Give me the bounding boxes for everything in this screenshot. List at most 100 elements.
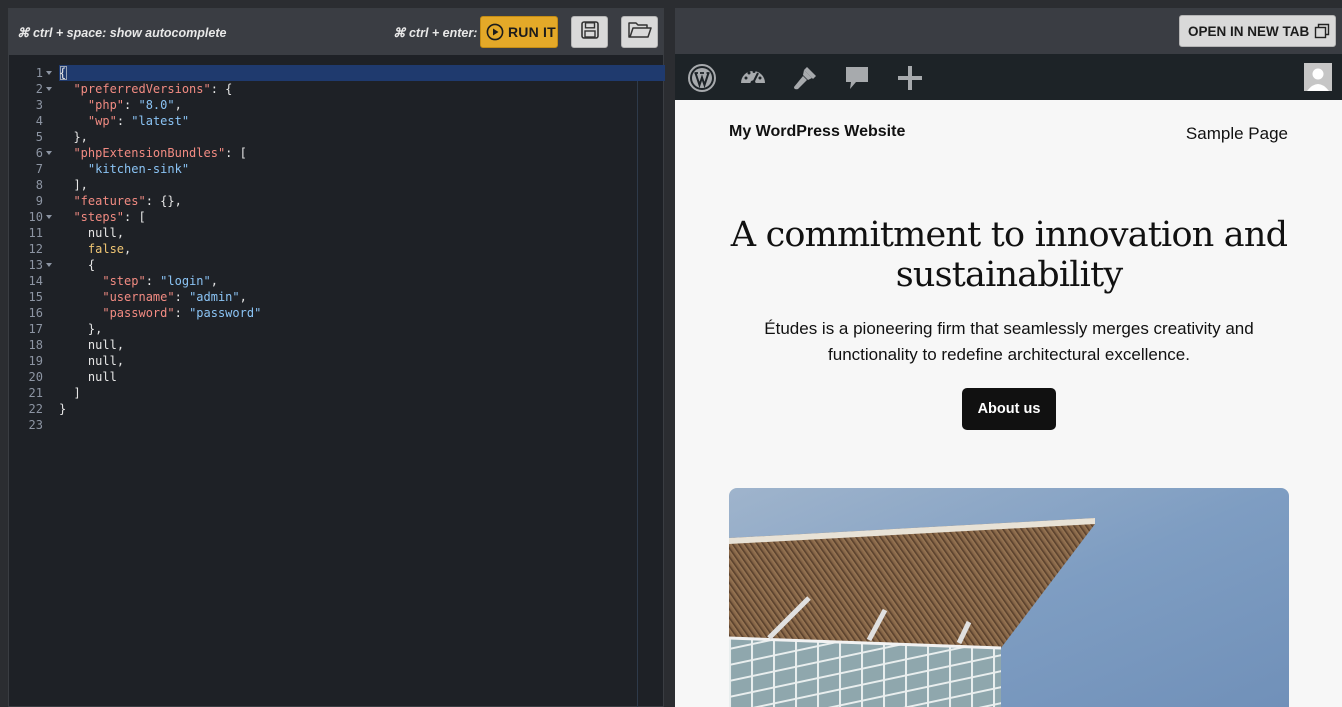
code-line[interactable]: {: [59, 65, 66, 81]
about-us-button[interactable]: About us: [962, 388, 1056, 430]
code-token: "password": [189, 306, 262, 320]
line-number: 10: [28, 210, 43, 224]
gutter-line: 10: [9, 209, 59, 225]
hero-heading: A commitment to innovation and sustainab…: [730, 215, 1288, 295]
line-number: 15: [28, 290, 43, 304]
line-number: 2: [35, 82, 43, 96]
code-line[interactable]: "kitchen-sink": [59, 161, 189, 177]
code-editor[interactable]: 1 {2 "preferredVersions": { 3 "php": "8.0"…: [9, 63, 665, 707]
comments-icon[interactable]: [841, 62, 873, 94]
fold-toggle-icon[interactable]: [46, 151, 52, 155]
code-line[interactable]: ]: [59, 385, 80, 401]
fold-toggle-icon[interactable]: [46, 263, 52, 267]
open-in-new-tab-button[interactable]: OPEN IN NEW TAB: [1179, 15, 1336, 47]
dashboard-icon[interactable]: [737, 62, 769, 94]
code-line[interactable]: "phpExtensionBundles": [: [59, 145, 246, 161]
code-token: :: [174, 306, 190, 320]
gutter-line: 3: [9, 97, 59, 113]
run-shortcut-hint: ⌘ ctrl + enter:: [393, 26, 478, 40]
gutter-line: 17: [9, 321, 59, 337]
code-token: ,: [116, 226, 125, 240]
fold-toggle-icon[interactable]: [46, 215, 52, 219]
code-line[interactable]: "username": "admin",: [59, 289, 247, 305]
gutter-line: 13: [9, 257, 59, 273]
site-title[interactable]: My WordPress Website: [729, 123, 905, 141]
code-line[interactable]: }: [59, 401, 66, 417]
code-line[interactable]: ],: [59, 177, 87, 193]
code-line[interactable]: false,: [59, 241, 131, 257]
code-line[interactable]: "password": "password": [59, 305, 261, 321]
code-token: : {: [210, 82, 233, 96]
blueprint-editor-panel: ⌘ ctrl + space: show autocomplete ⌘ ctrl…: [8, 8, 665, 707]
line-number: 19: [28, 354, 43, 368]
editor-toolbar: ⌘ ctrl + space: show autocomplete ⌘ ctrl…: [9, 9, 663, 55]
code-line[interactable]: null,: [59, 337, 124, 353]
line-number: 12: [28, 242, 43, 256]
code-line[interactable]: "steps": [: [59, 209, 146, 225]
nav-link-sample-page[interactable]: Sample Page: [1186, 124, 1288, 144]
fold-toggle-icon[interactable]: [46, 87, 52, 91]
line-number: 5: [35, 130, 43, 144]
open-file-button[interactable]: [621, 16, 658, 48]
customize-brush-icon[interactable]: [789, 62, 821, 94]
hero-description: Études is a pioneering firm that seamles…: [764, 319, 1254, 364]
gutter-line: 23: [9, 417, 59, 433]
code-token: false: [87, 242, 125, 256]
gutter-line: 19: [9, 353, 59, 369]
line-number: 13: [28, 258, 43, 272]
code-token: null: [87, 370, 117, 384]
code-token: },: [59, 130, 88, 144]
code-line[interactable]: },: [59, 129, 88, 145]
line-number: 18: [28, 338, 43, 352]
line-number: 9: [35, 194, 43, 208]
run-it-button[interactable]: RUN IT: [480, 16, 558, 48]
save-button[interactable]: [571, 16, 608, 48]
code-line[interactable]: "step": "login",: [59, 273, 218, 289]
line-number: 21: [28, 386, 43, 400]
gutter-line: 14: [9, 273, 59, 289]
code-token: "php": [87, 98, 125, 112]
new-content-plus-icon[interactable]: [894, 62, 926, 94]
code-line[interactable]: },: [59, 321, 102, 337]
line-number: 11: [28, 226, 43, 240]
code-token: : [: [124, 210, 146, 224]
code-token: ,: [124, 242, 132, 256]
code-token: },: [59, 322, 103, 336]
gutter-line: 11: [9, 225, 59, 241]
code-line[interactable]: null: [59, 369, 117, 385]
folder-open-icon: [627, 20, 653, 45]
code-token: {: [59, 66, 67, 80]
gutter-line: 16: [9, 305, 59, 321]
code-token: ,: [116, 354, 125, 368]
gutter-line: 18: [9, 337, 59, 353]
code-token: :: [145, 274, 161, 288]
code-token: "username": [102, 290, 175, 304]
code-token: "password": [102, 306, 175, 320]
wordpress-logo-icon[interactable]: [686, 62, 718, 94]
code-token: "latest": [131, 114, 190, 128]
active-line-highlight: [59, 65, 665, 81]
code-line[interactable]: {: [59, 257, 95, 273]
code-line[interactable]: "features": {},: [59, 193, 181, 209]
fold-toggle-icon[interactable]: [46, 71, 52, 75]
code-token: "steps": [73, 210, 125, 224]
line-number: 3: [35, 98, 43, 112]
code-token: "wp": [87, 114, 117, 128]
code-line[interactable]: null,: [59, 353, 124, 369]
code-token: "features": [73, 194, 146, 208]
code-line[interactable]: "php": "8.0",: [59, 97, 182, 113]
code-line[interactable]: null,: [59, 225, 124, 241]
code-token: null: [87, 338, 117, 352]
line-number: 1: [35, 66, 43, 80]
line-number: 14: [28, 274, 43, 288]
code-token: {: [59, 258, 96, 272]
gutter-line: 7: [9, 161, 59, 177]
code-line[interactable]: "wp": "latest": [59, 113, 189, 129]
user-avatar-icon[interactable]: [1304, 63, 1332, 91]
code-line[interactable]: "preferredVersions": {: [59, 81, 232, 97]
